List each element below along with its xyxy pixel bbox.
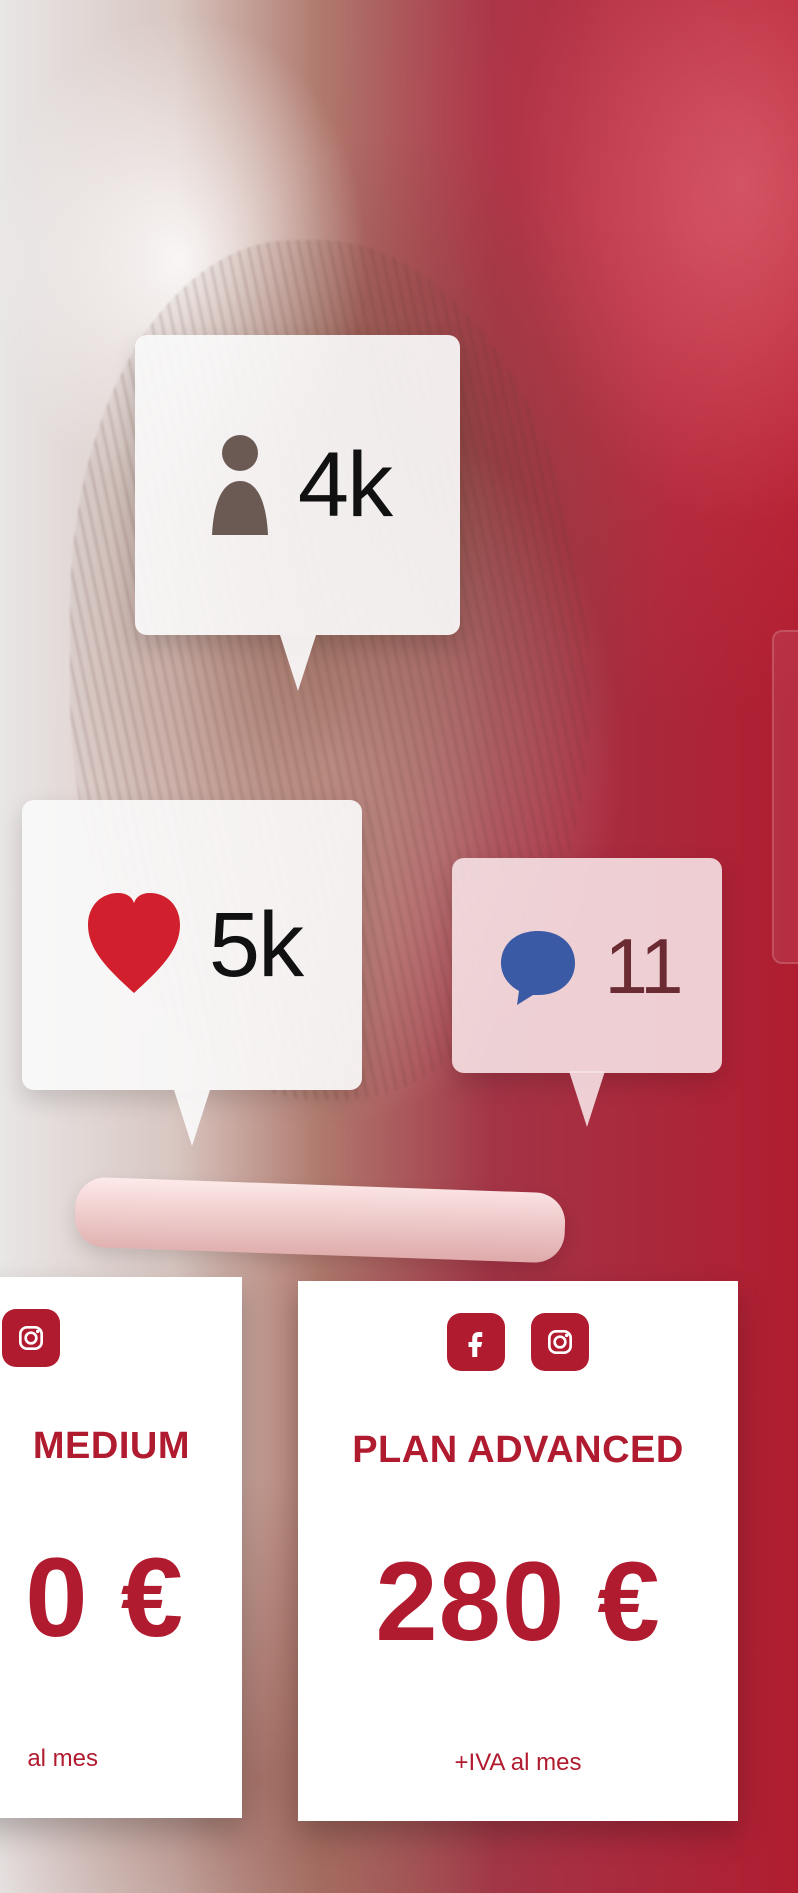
plan-title: PLAN ADVANCED (352, 1429, 684, 1471)
likes-bubble: 5k (22, 800, 362, 1090)
plan-note: +IVA al mes (454, 1749, 582, 1776)
social-icons (298, 1313, 738, 1371)
instagram-icon (531, 1313, 589, 1371)
facebook-icon (447, 1313, 505, 1371)
plan-price: 0 € (25, 1535, 184, 1660)
likes-count: 5k (208, 894, 304, 996)
pricing-card-medium[interactable]: MEDIUM 0 € al mes (0, 1277, 242, 1818)
followers-count: 4k (297, 434, 393, 536)
followers-bubble: 4k (135, 335, 460, 635)
person-icon (204, 425, 276, 545)
instagram-icon (2, 1309, 60, 1367)
pricing-card-advanced[interactable]: PLAN ADVANCED 280 € +IVA al mes (298, 1281, 738, 1821)
comment-icon (493, 921, 583, 1011)
comments-count: 11 (604, 921, 684, 1010)
plan-note: al mes (27, 1745, 98, 1772)
heart-icon (82, 885, 187, 1005)
plan-price: 280 € (375, 1539, 661, 1664)
hero-section: 4k 5k 11 MEDIUM 0 € al mes PLAN ADVANCED… (0, 0, 798, 1893)
comments-bubble: 11 (452, 858, 722, 1073)
social-icons (0, 1309, 242, 1367)
plan-title: MEDIUM (32, 1425, 190, 1467)
side-panel-edge (772, 630, 798, 964)
